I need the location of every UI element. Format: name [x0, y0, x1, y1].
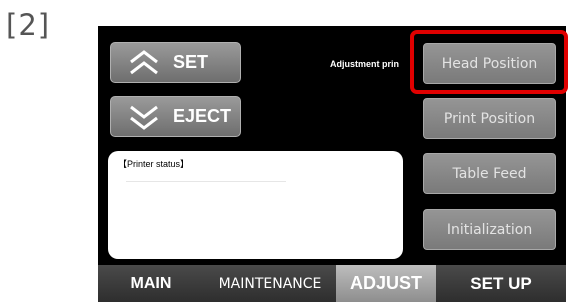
printer-status-box: 【Printer status】 [108, 151, 403, 259]
print-position-button[interactable]: Print Position [423, 98, 556, 139]
set-button[interactable]: SET [110, 42, 241, 83]
eject-button[interactable]: EJECT [110, 96, 241, 137]
chevron-down-icon [130, 105, 158, 130]
tab-maintenance[interactable]: MAINTENANCE [204, 265, 336, 302]
chevron-up-icon [130, 49, 158, 74]
initialization-label: Initialization [446, 221, 533, 238]
printer-status-title: 【Printer status】 [118, 159, 190, 169]
highlight-box [410, 30, 568, 94]
adjustment-label: Adjustment prin [330, 59, 399, 69]
eject-button-label: EJECT [173, 106, 232, 126]
tab-setup[interactable]: SET UP [436, 265, 566, 302]
table-feed-label: Table Feed [452, 165, 527, 182]
set-button-label: SET [173, 52, 209, 72]
tab-main[interactable]: MAIN [98, 265, 204, 302]
table-feed-button[interactable]: Table Feed [423, 153, 556, 194]
tab-adjust[interactable]: ADJUST [336, 265, 436, 302]
status-divider [126, 181, 286, 182]
print-position-label: Print Position [443, 110, 536, 127]
step-label: [2] [6, 8, 51, 42]
initialization-button[interactable]: Initialization [423, 209, 556, 250]
tab-bar: MAIN MAINTENANCE ADJUST SET UP [98, 265, 566, 302]
